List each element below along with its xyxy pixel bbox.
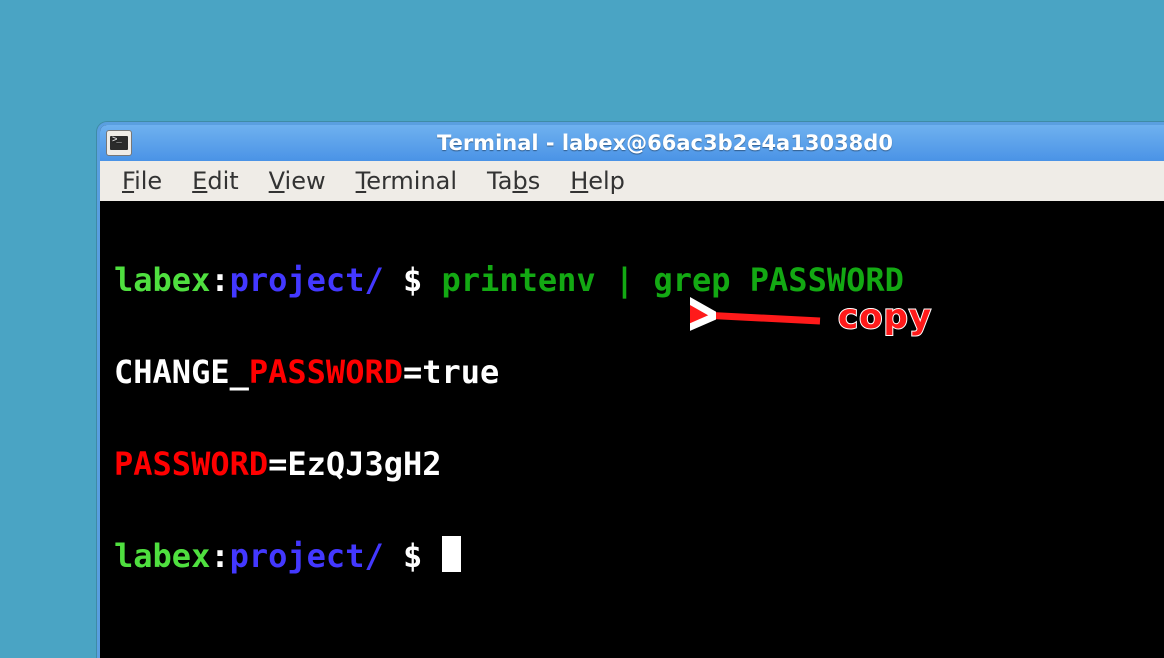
prompt-path: project/	[230, 261, 384, 299]
terminal-line-3: PASSWORD=EzQJ3gH2	[114, 441, 1164, 487]
terminal-app-icon	[106, 130, 132, 156]
menu-help[interactable]: Help	[570, 167, 625, 195]
terminal-line-4: labex:project/ $	[114, 533, 1164, 579]
menu-file[interactable]: File	[122, 167, 162, 195]
window-titlebar[interactable]: Terminal - labex@66ac3b2e4a13038d0	[100, 125, 1164, 161]
command-text: printenv | grep PASSWORD	[442, 261, 904, 299]
prompt-dollar: $	[384, 261, 442, 299]
grep-match: PASSWORD	[249, 353, 403, 391]
password-value: =EzQJ3gH2	[268, 445, 441, 483]
terminal-window: Terminal - labex@66ac3b2e4a13038d0 File …	[97, 122, 1164, 658]
menu-terminal[interactable]: Terminal	[356, 167, 457, 195]
grep-match: PASSWORD	[114, 445, 268, 483]
prompt-colon: :	[210, 261, 229, 299]
cursor-block	[442, 536, 461, 572]
window-title: Terminal - labex@66ac3b2e4a13038d0	[142, 131, 1164, 155]
terminal-output[interactable]: labex:project/ $ printenv | grep PASSWOR…	[100, 201, 1164, 658]
prompt-user: labex	[114, 537, 210, 575]
arrow-left-icon	[690, 297, 830, 337]
prompt-user: labex	[114, 261, 210, 299]
menu-view[interactable]: View	[269, 167, 326, 195]
prompt-path: project/	[230, 537, 384, 575]
terminal-line-2: CHANGE_PASSWORD=true	[114, 349, 1164, 395]
menu-bar: File Edit View Terminal Tabs Help	[100, 161, 1164, 201]
menu-tabs[interactable]: Tabs	[487, 167, 540, 195]
desktop-background: Terminal - labex@66ac3b2e4a13038d0 File …	[0, 0, 1164, 658]
terminal-line-1: labex:project/ $ printenv | grep PASSWOR…	[114, 257, 1164, 303]
prompt-dollar: $	[384, 537, 442, 575]
prompt-colon: :	[210, 537, 229, 575]
menu-edit[interactable]: Edit	[192, 167, 238, 195]
